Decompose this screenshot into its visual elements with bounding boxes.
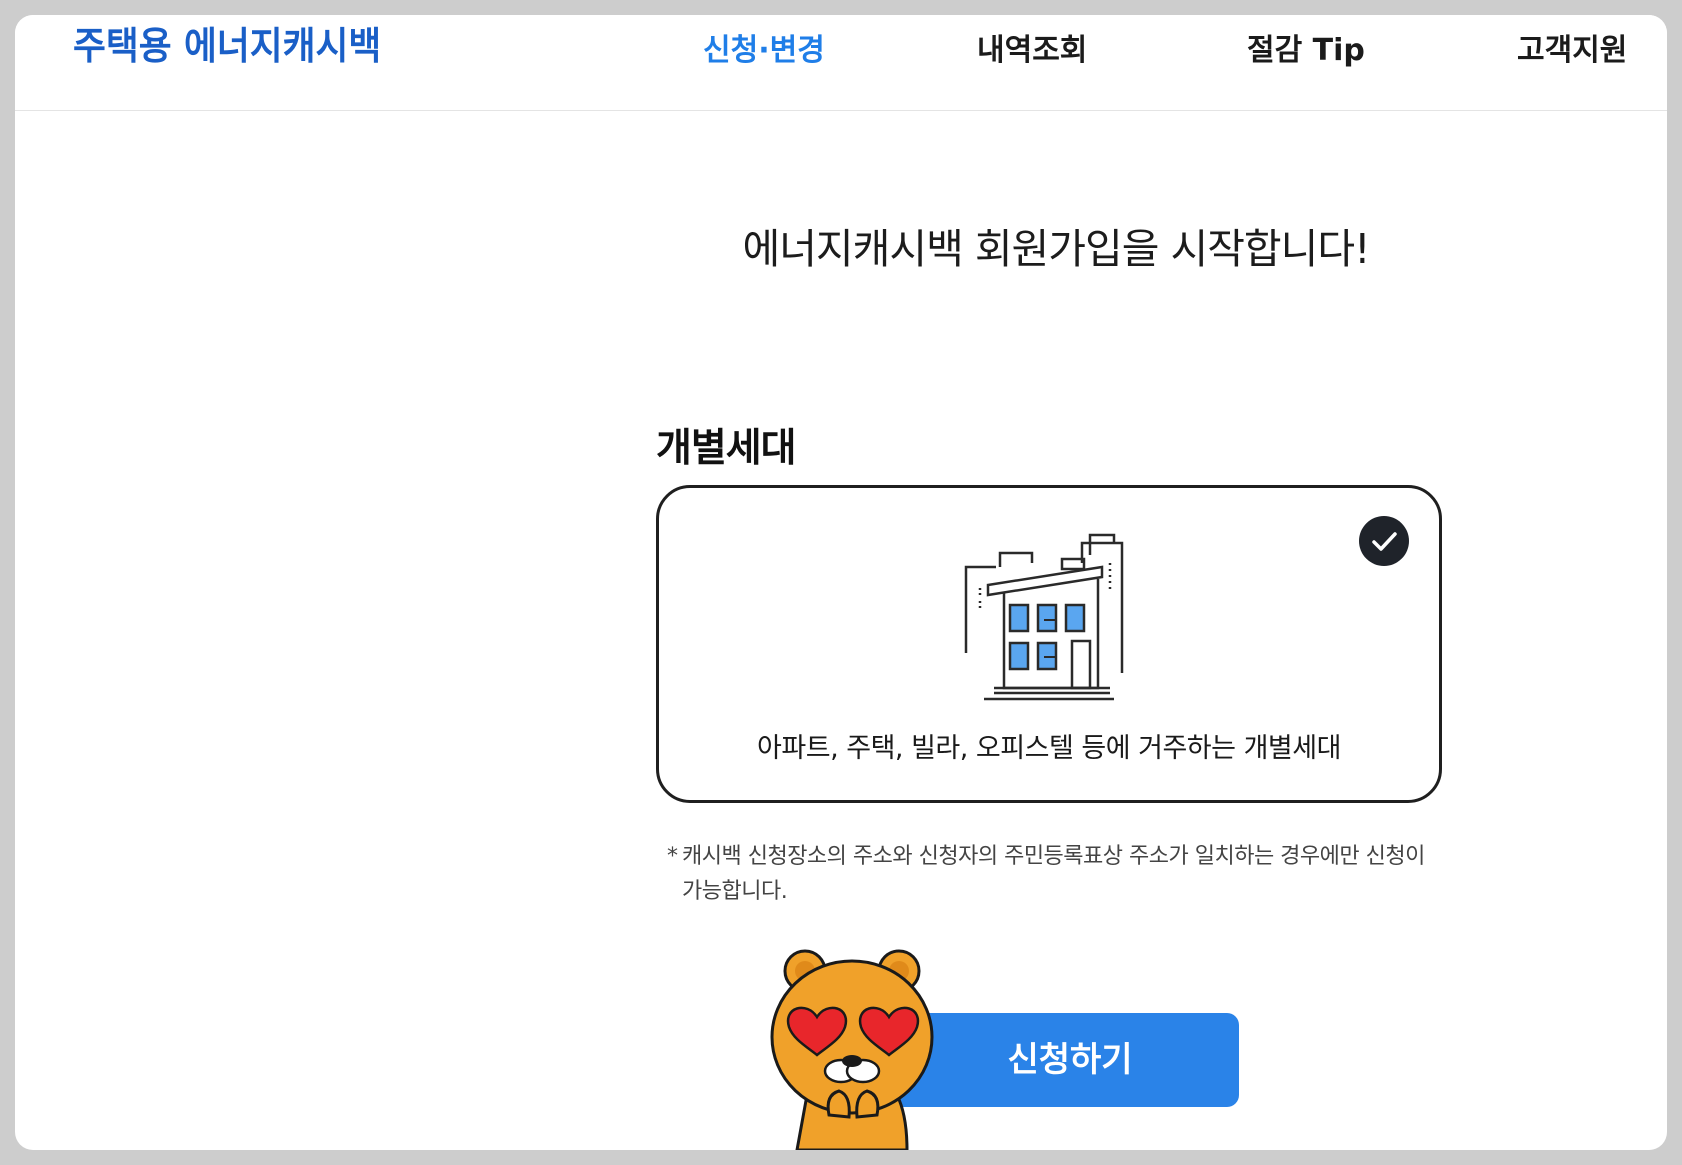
app-window: 주택용 에너지캐시백 신청·변경 내역조회 절감 Tip 고객지원 에너지캐시백… [15,15,1667,1150]
nav-item-apply-change[interactable]: 신청·변경 [703,31,825,71]
building-icon [964,533,1134,707]
site-header: 주택용 에너지캐시백 신청·변경 내역조회 절감 Tip 고객지원 [15,15,1667,111]
nav-item-customer-support[interactable]: 고객지원 [1517,31,1627,71]
section-label: 개별세대 [656,426,797,471]
notice-text: * 캐시백 신청장소의 주소와 신청자의 주민등록표상 주소가 일치하는 경우에… [667,839,1442,909]
note-marker: * [667,844,678,869]
nav-item-history[interactable]: 내역조회 [977,31,1087,71]
check-circle-icon [1359,516,1409,566]
note-body: 캐시백 신청장소의 주소와 신청자의 주민등록표상 주소가 일치하는 경우에만 … [682,844,1425,904]
individual-household-option[interactable]: 아파트, 주택, 빌라, 오피스텔 등에 거주하는 개별세대 [656,485,1442,803]
option-description: 아파트, 주택, 빌라, 오피스텔 등에 거주하는 개별세대 [757,733,1341,764]
page-title: 에너지캐시백 회원가입을 시작합니다! [742,225,1370,273]
nav-item-saving-tip[interactable]: 절감 Tip [1247,31,1365,71]
bear-mascot-icon [767,945,947,1150]
site-logo[interactable]: 주택용 에너지캐시백 [73,21,381,71]
